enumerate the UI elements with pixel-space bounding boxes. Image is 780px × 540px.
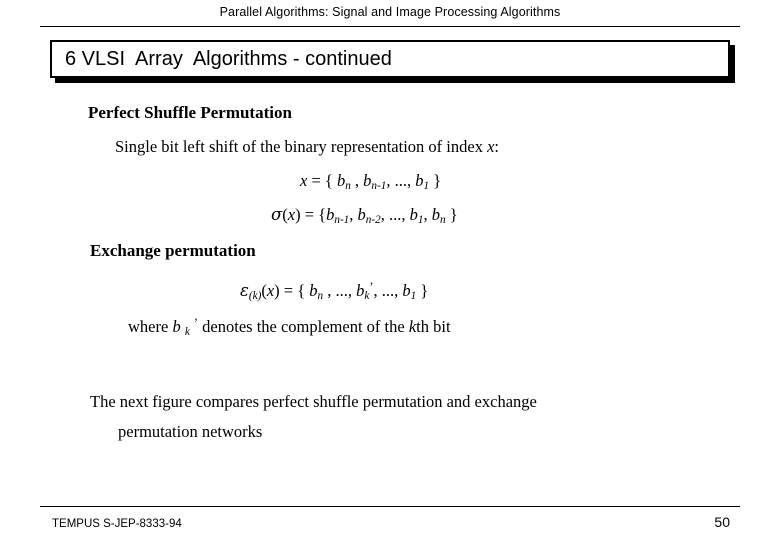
title-box: 6 VLSI Array Algorithms - continued bbox=[50, 40, 730, 78]
footer-project-id: TEMPUS S-JEP-8333-94 bbox=[52, 518, 182, 530]
text-single-bit-shift: Single bit left shift of the binary repr… bbox=[115, 137, 499, 156]
footer-divider bbox=[40, 506, 740, 507]
header-title: Parallel Algorithms: Signal and Image Pr… bbox=[219, 5, 561, 19]
heading-exchange-permutation: Exchange permutation bbox=[90, 241, 256, 260]
heading-perfect-shuffle: Perfect Shuffle Permutation bbox=[88, 103, 292, 122]
equation-x-definition: x = { bn , bn-1, ..., b1 } bbox=[300, 171, 442, 193]
text-next-figure-line2: permutation networks bbox=[118, 422, 263, 441]
equation-epsilon-x: ε(k)(x) = { bn , ..., bk’, ..., b1 } bbox=[240, 279, 429, 303]
equation-sigma-x: σ(x) = {bn-1, bn-2, ..., b1, bn } bbox=[271, 205, 458, 227]
text-next-figure-line1: The next figure compares perfect shuffle… bbox=[90, 392, 537, 411]
equation-complement-note: where b k ’ denotes the complement of th… bbox=[128, 315, 451, 339]
header-divider bbox=[40, 26, 740, 27]
page-number: 50 bbox=[714, 514, 730, 530]
slide-header: Parallel Algorithms: Signal and Image Pr… bbox=[0, 0, 780, 30]
page-title: 6 VLSI Array Algorithms - continued bbox=[65, 48, 392, 70]
